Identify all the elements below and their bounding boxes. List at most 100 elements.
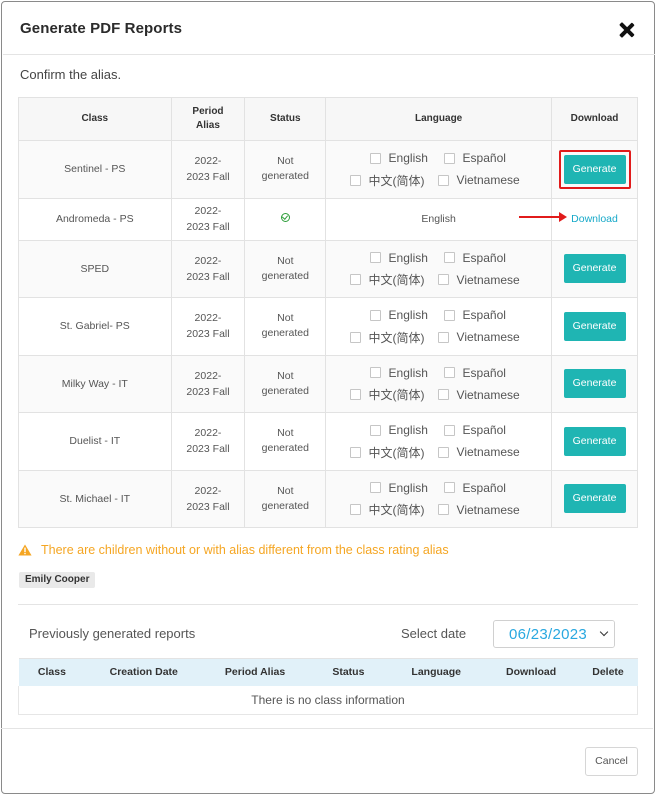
row-language-options: English Español 中文(简体) Vietnamese — [325, 469, 553, 528]
checkbox-vietnamese[interactable] — [437, 504, 449, 516]
row-period: 2022- 2023 Fall — [170, 239, 246, 298]
checkbox-chinese[interactable] — [349, 446, 361, 458]
row-class: Andromeda - PS — [18, 197, 172, 241]
row-period: 2022- 2023 Fall — [170, 469, 246, 528]
row-status: Not generated — [244, 140, 327, 199]
checkbox-spanish[interactable] — [443, 252, 455, 264]
row-status: Not generated — [244, 297, 327, 356]
row-download-cell: Generate — [551, 239, 638, 298]
checkbox-spanish[interactable] — [443, 367, 455, 379]
table-row: St. Gabriel- PS 2022- 2023 Fall Not genera… — [18, 297, 638, 356]
checkbox-vietnamese[interactable] — [437, 331, 449, 343]
generate-button[interactable]: Generate — [563, 311, 626, 341]
header-class: Class — [18, 97, 172, 141]
prev-header-creation-date: Creation Date — [85, 658, 203, 686]
prev-header-language: Language — [388, 658, 484, 686]
alias-warning: There are children without or with alias… — [18, 543, 449, 557]
header-period-alias: Period Alias — [170, 97, 246, 141]
warning-text: There are children without or with alias… — [41, 543, 449, 557]
table-row: There is no class information — [18, 685, 638, 715]
child-tag: Emily Cooper — [19, 572, 96, 588]
checkbox-chinese[interactable] — [349, 331, 361, 343]
checkbox-english[interactable] — [369, 482, 381, 494]
row-period: 2022- 2023 Fall — [170, 412, 246, 471]
checkbox-english[interactable] — [369, 152, 381, 164]
checkbox-spanish[interactable] — [443, 424, 455, 436]
checkbox-english[interactable] — [369, 367, 381, 379]
row-download-cell: Generate — [551, 469, 638, 528]
table-row: Sentinel - PS 2022- 2023 Fall Not generate… — [18, 140, 638, 199]
row-download-cell: Generate — [551, 412, 638, 471]
row-status — [244, 197, 327, 241]
header-download: Download — [551, 97, 638, 141]
row-period: 2022- 2023 Fall — [170, 297, 246, 356]
header-language: Language — [325, 97, 553, 141]
checkbox-english[interactable] — [369, 252, 381, 264]
row-language-options: English Español 中文(简体) Vietnamese — [325, 412, 553, 471]
row-period: 2022- 2023 Fall — [170, 197, 246, 241]
row-status: Not generated — [244, 412, 327, 471]
row-class: St. Michael - IT — [18, 469, 172, 528]
checkbox-chinese[interactable] — [349, 274, 361, 286]
table-row: Duelist - IT 2022- 2023 Fall Not generated… — [18, 412, 638, 471]
prev-header-delete: Delete — [578, 658, 638, 686]
prev-header-status: Status — [307, 658, 389, 686]
checkbox-vietnamese[interactable] — [437, 174, 449, 186]
date-select-value: 06/23/2023 — [509, 626, 588, 643]
empty-state-text: There is no class information — [18, 685, 638, 715]
header-status: Status — [244, 97, 327, 141]
date-select[interactable]: 06/23/2023 — [493, 620, 615, 648]
confirm-text: Confirm the alias. — [20, 67, 122, 82]
row-language-options: English Español 中文(简体) Vietnamese — [325, 140, 553, 199]
row-class: Milky Way - IT — [18, 354, 172, 413]
previous-reports-table: Class Creation Date Period Alias Status … — [18, 658, 638, 715]
checkbox-english[interactable] — [369, 309, 381, 321]
checkbox-spanish[interactable] — [443, 152, 455, 164]
select-date-label: Select date — [401, 626, 467, 641]
row-period: 2022- 2023 Fall — [170, 354, 246, 413]
previous-reports-title: Previously generated reports — [29, 626, 196, 641]
highlight-box: Generate — [558, 149, 631, 189]
row-download-cell: Generate — [551, 354, 638, 413]
row-period: 2022- 2023 Fall — [170, 140, 246, 199]
row-language: English — [325, 197, 553, 241]
row-class: SPED — [18, 239, 172, 298]
footer-divider — [1, 728, 653, 729]
checkbox-vietnamese[interactable] — [437, 274, 449, 286]
row-status: Not generated — [244, 469, 327, 528]
check-circle-icon — [280, 212, 290, 222]
row-download-cell: Generate — [551, 140, 638, 199]
warning-triangle-icon — [18, 544, 32, 556]
table-row: Milky Way - IT 2022- 2023 Fall Not generat… — [18, 354, 638, 413]
generate-button[interactable]: Generate — [563, 154, 626, 184]
row-class: Duelist - IT — [18, 412, 172, 471]
table-row: Andromeda - PS 2022- 2023 Fall English Do… — [18, 197, 638, 241]
checkbox-english[interactable] — [369, 424, 381, 436]
generate-button[interactable]: Generate — [563, 484, 626, 514]
checkbox-chinese[interactable] — [349, 174, 361, 186]
checkbox-vietnamese[interactable] — [437, 446, 449, 458]
generate-button[interactable]: Generate — [563, 254, 626, 284]
generate-button[interactable]: Generate — [563, 426, 626, 456]
table-row: SPED 2022- 2023 Fall Not generated English… — [18, 239, 638, 298]
generate-button[interactable]: Generate — [563, 369, 626, 399]
prev-header-period-alias: Period Alias — [202, 658, 308, 686]
checkbox-chinese[interactable] — [349, 389, 361, 401]
checkbox-spanish[interactable] — [443, 482, 455, 494]
download-link[interactable]: Download — [571, 213, 618, 225]
table-row: St. Michael - IT 2022- 2023 Fall Not gener… — [18, 469, 638, 528]
header-divider — [3, 54, 655, 55]
close-icon[interactable] — [619, 22, 635, 38]
class-table: Class Period Alias Status Language Downlo… — [18, 97, 638, 528]
row-class: St. Gabriel- PS — [18, 297, 172, 356]
row-class: Sentinel - PS — [18, 140, 172, 199]
checkbox-chinese[interactable] — [349, 504, 361, 516]
checkbox-vietnamese[interactable] — [437, 389, 449, 401]
prev-header-class: Class — [18, 658, 86, 686]
row-language-options: English Español 中文(简体) Vietnamese — [325, 239, 553, 298]
section-divider — [18, 604, 638, 605]
checkbox-spanish[interactable] — [443, 309, 455, 321]
chevron-down-icon — [598, 621, 614, 647]
row-language-options: English Español 中文(简体) Vietnamese — [325, 297, 553, 356]
cancel-button[interactable]: Cancel — [585, 747, 638, 776]
